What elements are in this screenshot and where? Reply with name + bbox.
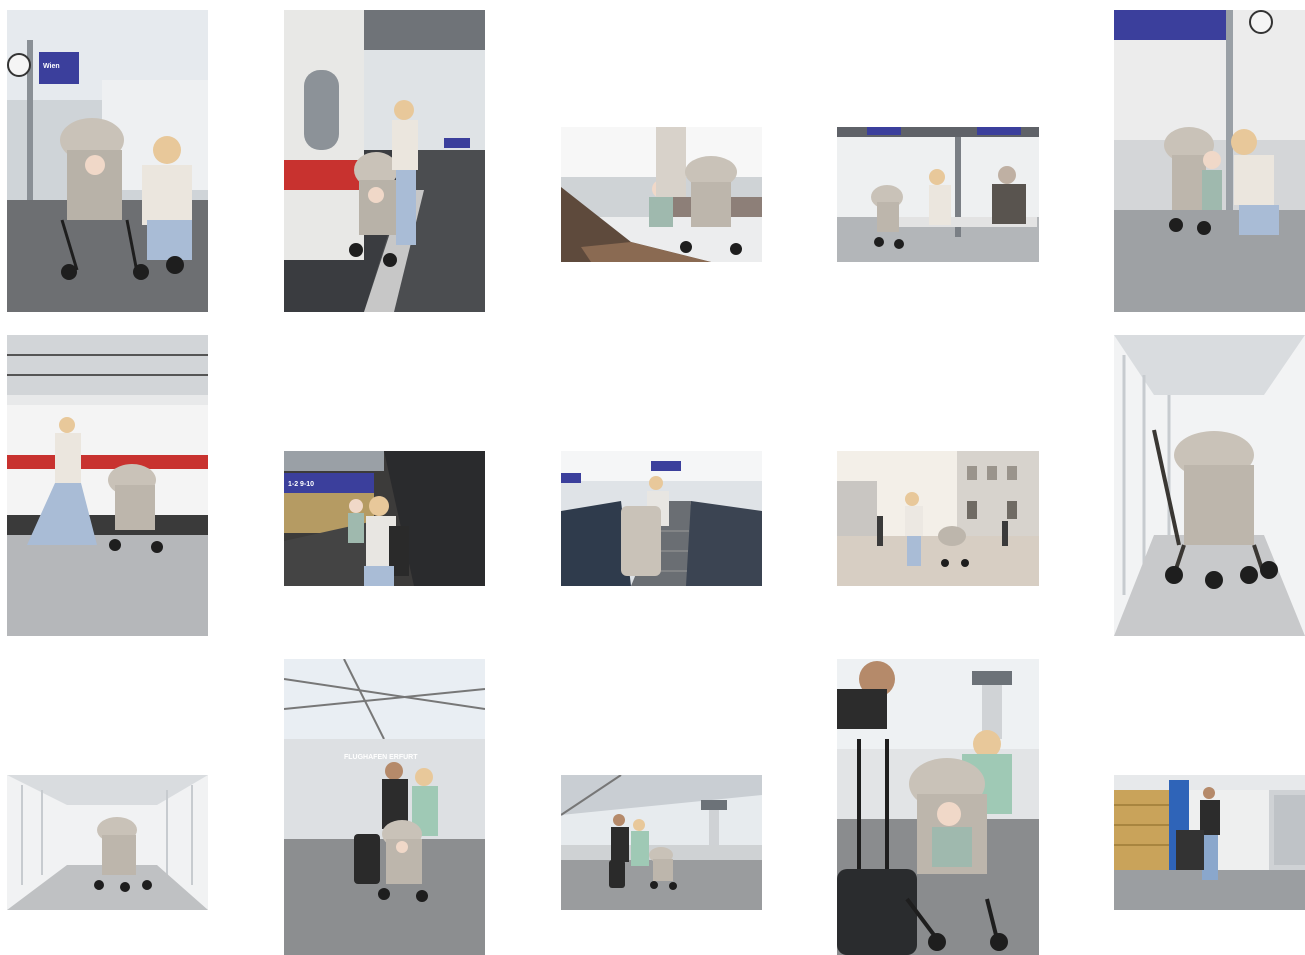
photo-walking-past-train[interactable] — [7, 335, 208, 636]
photo-train-door-walking[interactable] — [284, 10, 485, 312]
photo-airport-checkin-fold[interactable] — [1114, 775, 1305, 910]
platform-sign-text: Wien — [43, 63, 60, 70]
photo-airport-checkin-fold-image — [1114, 775, 1305, 910]
photo-airport-entrance-family-image: FLUGHAFEN ERFURT — [284, 659, 485, 955]
photo-platform-clock-toddler[interactable] — [1114, 10, 1305, 312]
photo-skywalk-stroller-close[interactable] — [1114, 335, 1305, 636]
photo-bench-toddler-standing[interactable] — [561, 127, 762, 262]
photo-airport-entrance-family[interactable]: FLUGHAFEN ERFURT — [284, 659, 485, 955]
photo-escalator-stroller-folded[interactable] — [561, 451, 762, 586]
photo-escalator-stroller-folded-image — [561, 451, 762, 586]
photo-train-door-walking-image — [284, 10, 485, 312]
photo-airport-tower-family-image — [561, 775, 762, 910]
photo-station-plaza-backlit[interactable] — [837, 451, 1039, 586]
photo-airport-tower-family[interactable] — [561, 775, 762, 910]
photo-platform-crouching-mother-image: Wien — [7, 10, 208, 312]
photo-station-plaza-backlit-image — [837, 451, 1039, 586]
photo-bench-family-sitting-image — [837, 127, 1039, 262]
photo-escalator-top-sign[interactable]: 1-2 9-10 — [284, 451, 485, 586]
photo-skywalk-stroller-far[interactable] — [7, 775, 208, 910]
photo-airport-suitcase-closeup[interactable] — [837, 659, 1039, 955]
photo-platform-crouching-mother[interactable]: Wien — [7, 10, 208, 312]
photo-bench-family-sitting[interactable] — [837, 127, 1039, 262]
photo-skywalk-stroller-far-image — [7, 775, 208, 910]
airport-sign-text: FLUGHAFEN ERFURT — [344, 754, 418, 761]
escalator-sign-text: 1-2 9-10 — [288, 481, 314, 488]
photo-walking-past-train-image — [7, 335, 208, 636]
photo-bench-toddler-standing-image — [561, 127, 762, 262]
photo-escalator-top-sign-image: 1-2 9-10 — [284, 451, 485, 586]
photo-skywalk-stroller-close-image — [1114, 335, 1305, 636]
photo-platform-clock-toddler-image — [1114, 10, 1305, 312]
photo-airport-suitcase-closeup-image — [837, 659, 1039, 955]
